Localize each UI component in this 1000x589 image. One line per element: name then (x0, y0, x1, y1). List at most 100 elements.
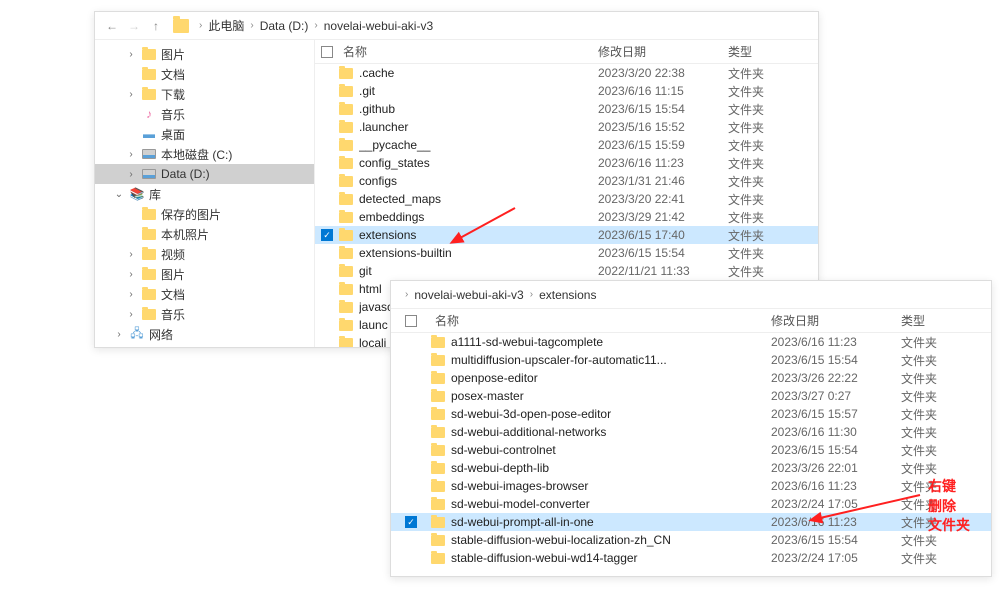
breadcrumb-item[interactable]: Data (D:) (258, 19, 311, 33)
tree-item[interactable]: ⌄📚库 (95, 184, 314, 204)
file-type: 文件夹 (901, 370, 991, 387)
chevron-icon[interactable]: › (125, 169, 137, 180)
file-row[interactable]: stable-diffusion-webui-localization-zh_C… (391, 531, 991, 549)
tree-item-label: 保存的图片 (161, 206, 221, 223)
file-row[interactable]: sd-webui-images-browser2023/6/16 11:23文件… (391, 477, 991, 495)
file-list-2: a1111-sd-webui-tagcomplete2023/6/16 11:2… (391, 333, 991, 576)
file-type: 文件夹 (728, 227, 818, 244)
column-header-date[interactable]: 修改日期 (771, 312, 901, 329)
chevron-icon[interactable]: › (125, 309, 137, 320)
file-row[interactable]: .cache2023/3/20 22:38文件夹 (315, 64, 818, 82)
file-row[interactable]: detected_maps2023/3/20 22:41文件夹 (315, 190, 818, 208)
file-row[interactable]: sd-webui-additional-networks2023/6/16 11… (391, 423, 991, 441)
folder-icon (431, 463, 447, 474)
column-header-name[interactable]: 名称 (339, 43, 598, 60)
breadcrumb-item[interactable]: novelai-webui-aki-v3 (322, 19, 435, 33)
column-headers: 名称 修改日期 类型 (391, 309, 991, 333)
breadcrumb-item[interactable]: extensions (537, 288, 598, 302)
nav-back-button[interactable]: ← (101, 15, 123, 37)
chevron-icon[interactable]: › (113, 329, 125, 340)
file-name: sd-webui-additional-networks (451, 425, 771, 439)
tree-item-label: 文档 (161, 286, 185, 303)
file-name: sd-webui-images-browser (451, 479, 771, 493)
chevron-icon[interactable]: › (125, 269, 137, 280)
item-icon (141, 267, 157, 281)
column-header-type[interactable]: 类型 (728, 43, 818, 60)
tree-item[interactable]: ♪音乐 (95, 104, 314, 124)
column-header-type[interactable]: 类型 (901, 312, 991, 329)
file-date: 2023/5/16 15:52 (598, 120, 728, 134)
chevron-right-icon: › (526, 289, 537, 300)
file-row[interactable]: ✓sd-webui-prompt-all-in-one2023/6/16 11:… (391, 513, 991, 531)
folder-icon (431, 481, 447, 492)
tree-item[interactable]: › 文档 (95, 284, 314, 304)
item-icon (141, 87, 157, 101)
file-row[interactable]: ✓extensions2023/6/15 17:40文件夹 (315, 226, 818, 244)
breadcrumb-item[interactable]: 此电脑 (206, 17, 246, 34)
tree-item[interactable]: ›图片 (95, 264, 314, 284)
folder-icon (431, 391, 447, 402)
file-row[interactable]: config_states2023/6/16 11:23文件夹 (315, 154, 818, 172)
folder-icon (431, 337, 447, 348)
file-row[interactable]: openpose-editor2023/3/26 22:22文件夹 (391, 369, 991, 387)
file-row[interactable]: stable-diffusion-webui-wd14-tagger2023/2… (391, 549, 991, 567)
chevron-icon[interactable]: › (125, 249, 137, 260)
file-row[interactable]: __pycache__2023/6/15 15:59文件夹 (315, 136, 818, 154)
column-header-date[interactable]: 修改日期 (598, 43, 728, 60)
tree-item-label: 下载 (161, 86, 185, 103)
tree-item[interactable]: ›Data (D:) (95, 164, 314, 184)
chevron-icon[interactable]: › (125, 89, 137, 100)
file-row[interactable]: sd-webui-model-converter2023/2/24 17:05文… (391, 495, 991, 513)
file-row[interactable]: configs2023/1/31 21:46文件夹 (315, 172, 818, 190)
nav-forward-button[interactable]: → (123, 15, 145, 37)
file-row[interactable]: .git2023/6/16 11:15文件夹 (315, 82, 818, 100)
column-header-name[interactable]: 名称 (431, 312, 771, 329)
breadcrumb-item[interactable]: novelai-webui-aki-v3 (412, 288, 525, 302)
file-row[interactable]: embeddings2023/3/29 21:42文件夹 (315, 208, 818, 226)
tree-item[interactable]: 文档 (95, 64, 314, 84)
row-checkbox[interactable]: ✓ (321, 229, 333, 241)
file-row[interactable]: extensions-builtin2023/6/15 15:54文件夹 (315, 244, 818, 262)
file-type: 文件夹 (901, 388, 991, 405)
file-name: sd-webui-depth-lib (451, 461, 771, 475)
row-checkbox[interactable]: ✓ (405, 516, 417, 528)
tree-item[interactable]: ›🖧网络 (95, 324, 314, 344)
chevron-icon[interactable]: ⌄ (113, 189, 125, 200)
tree-item[interactable]: ›音乐 (95, 304, 314, 324)
folder-icon (339, 140, 355, 151)
file-row[interactable]: .github2023/6/15 15:54文件夹 (315, 100, 818, 118)
tree-item[interactable]: 本机照片 (95, 224, 314, 244)
file-name: .github (359, 102, 598, 116)
tree-item[interactable]: › 图片 (95, 44, 314, 64)
folder-icon (431, 373, 447, 384)
item-icon (141, 67, 157, 81)
nav-up-button[interactable]: ↑ (145, 15, 167, 37)
item-icon: 🖧 (129, 327, 145, 341)
file-row[interactable]: .launcher2023/5/16 15:52文件夹 (315, 118, 818, 136)
tree-item-label: 图片 (161, 46, 185, 63)
item-icon (141, 47, 157, 61)
tree-item[interactable]: ▬桌面 (95, 124, 314, 144)
file-row[interactable]: sd-webui-controlnet2023/6/15 15:54文件夹 (391, 441, 991, 459)
file-row[interactable]: posex-master2023/3/27 0:27文件夹 (391, 387, 991, 405)
select-all-checkbox[interactable] (405, 315, 417, 327)
file-row[interactable]: a1111-sd-webui-tagcomplete2023/6/16 11:2… (391, 333, 991, 351)
chevron-icon[interactable]: › (125, 149, 137, 160)
file-row[interactable]: multidiffusion-upscaler-for-automatic11.… (391, 351, 991, 369)
file-row[interactable]: sd-webui-3d-open-pose-editor2023/6/15 15… (391, 405, 991, 423)
file-date: 2023/3/20 22:41 (598, 192, 728, 206)
file-name: stable-diffusion-webui-localization-zh_C… (451, 533, 771, 547)
tree-item[interactable]: › 下载 (95, 84, 314, 104)
tree-item[interactable]: 保存的图片 (95, 204, 314, 224)
tree-item[interactable]: ›本地磁盘 (C:) (95, 144, 314, 164)
chevron-icon[interactable]: › (125, 49, 137, 60)
file-row[interactable]: sd-webui-depth-lib2023/3/26 22:01文件夹 (391, 459, 991, 477)
file-row[interactable]: git2022/11/21 11:33文件夹 (315, 262, 818, 280)
breadcrumb-bar-2: › novelai-webui-aki-v3 › extensions (391, 281, 991, 309)
folder-icon (339, 122, 355, 133)
tree-item[interactable]: › 视频 (95, 244, 314, 264)
tree-item-label: 视频 (161, 246, 185, 263)
chevron-icon[interactable]: › (125, 289, 137, 300)
file-date: 2023/6/15 15:54 (598, 246, 728, 260)
select-all-checkbox[interactable] (321, 46, 333, 58)
